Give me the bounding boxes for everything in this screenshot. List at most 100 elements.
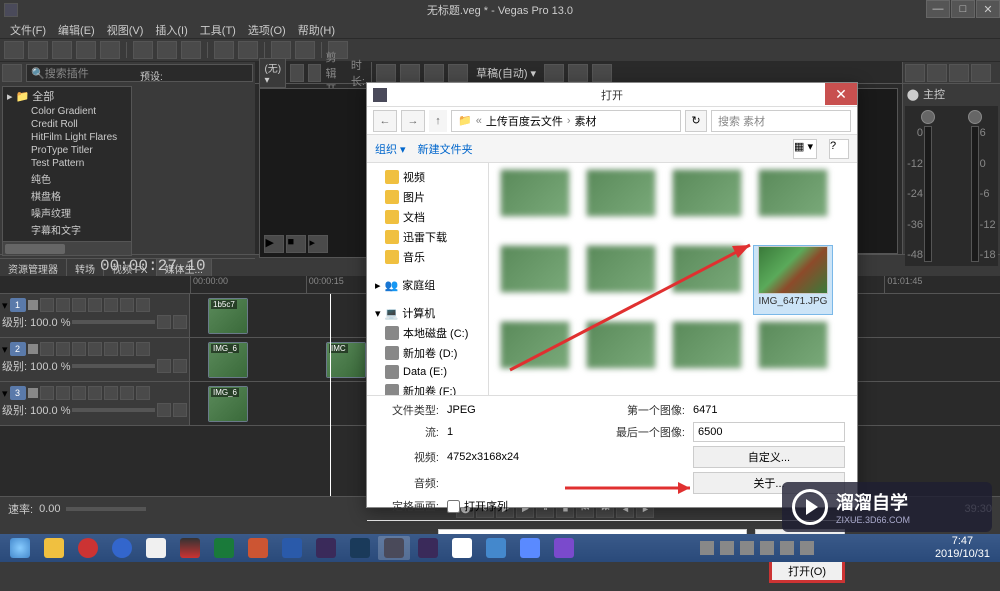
tray-icon[interactable]: [800, 541, 814, 555]
menu-file[interactable]: 文件(F): [4, 20, 52, 38]
menu-view[interactable]: 视图(V): [101, 20, 150, 38]
fader-knob[interactable]: [921, 110, 935, 124]
menu-help[interactable]: 帮助(H): [292, 20, 341, 38]
toolbar-cut[interactable]: [133, 41, 153, 59]
playhead[interactable]: [330, 294, 331, 496]
tree-item[interactable]: 字幕和文字: [3, 221, 131, 238]
menu-options[interactable]: 选项(O): [242, 20, 292, 38]
clip[interactable]: 1b5c7: [208, 298, 248, 334]
track-btn[interactable]: [136, 298, 150, 312]
tray-icon[interactable]: [760, 541, 774, 555]
track-icon[interactable]: [28, 300, 38, 310]
track-btn[interactable]: [136, 342, 150, 356]
nav-up-button[interactable]: ↑: [429, 110, 447, 132]
quality-dropdown[interactable]: 草稿(自动) ▾: [472, 65, 540, 81]
taskbar-netease[interactable]: [72, 536, 104, 560]
help-button[interactable]: ?: [829, 139, 849, 159]
file-thumb[interactable]: [753, 321, 833, 391]
preview-dropdown[interactable]: (无) ▾: [259, 58, 286, 88]
tray-icon[interactable]: [740, 541, 754, 555]
preview-btn2[interactable]: [308, 64, 322, 82]
track-btn[interactable]: [56, 342, 70, 356]
organize-dropdown[interactable]: 组织 ▾: [375, 141, 406, 157]
file-thumb[interactable]: [581, 245, 661, 315]
tree-item[interactable]: 噪声纹理: [3, 204, 131, 221]
monitor-btn3[interactable]: [424, 64, 444, 82]
taskbar-kugou[interactable]: [106, 536, 138, 560]
file-thumb[interactable]: [667, 245, 747, 315]
track-btn[interactable]: [173, 403, 187, 417]
preview-btn1[interactable]: [290, 64, 304, 82]
toolbar-copy[interactable]: [157, 41, 177, 59]
tab-transitions[interactable]: 转场: [67, 259, 104, 276]
track-btn[interactable]: [173, 315, 187, 329]
preview-stop[interactable]: ■: [286, 235, 306, 253]
close-button[interactable]: ✕: [976, 0, 1000, 18]
taskbar-clock[interactable]: 7:47 2019/10/31: [935, 535, 996, 561]
file-thumb[interactable]: [667, 169, 747, 239]
tree-drive-e[interactable]: Data (E:): [367, 363, 488, 381]
menu-insert[interactable]: 插入(I): [149, 20, 193, 38]
clip[interactable]: IMG_6: [208, 342, 248, 378]
fader-knob[interactable]: [968, 110, 982, 124]
dialog-search[interactable]: 搜索 素材: [711, 110, 851, 132]
monitor-btn2[interactable]: [400, 64, 420, 82]
preview-play[interactable]: ▶: [264, 235, 284, 253]
monitor-btn1[interactable]: [376, 64, 396, 82]
file-thumb[interactable]: [581, 169, 661, 239]
track-btn[interactable]: [120, 298, 134, 312]
tree-item[interactable]: Color Gradient: [3, 105, 131, 118]
tree-drive-d[interactable]: 新加卷 (D:): [367, 343, 488, 363]
track-btn[interactable]: [157, 403, 171, 417]
monitor-btn5[interactable]: [544, 64, 564, 82]
nav-forward-button[interactable]: →: [401, 110, 425, 132]
track-btn[interactable]: [88, 298, 102, 312]
custom-button[interactable]: 自定义...: [693, 446, 845, 468]
toolbar-ripple[interactable]: [295, 41, 315, 59]
maximize-button[interactable]: □: [951, 0, 975, 18]
tree-root[interactable]: ▸📁全部: [3, 87, 131, 105]
track-btn[interactable]: [104, 298, 118, 312]
tree-item[interactable]: HitFilm Light Flares: [3, 131, 131, 144]
track-btn[interactable]: [120, 342, 134, 356]
file-thumb[interactable]: [667, 321, 747, 391]
address-bar[interactable]: 📁 « 上传百度云文件 › 素材: [451, 110, 681, 132]
track-slider[interactable]: [72, 408, 155, 412]
taskbar-ae[interactable]: [310, 536, 342, 560]
track-btn[interactable]: [72, 298, 86, 312]
track-expand[interactable]: ▾: [2, 387, 8, 400]
track-btn[interactable]: [40, 342, 54, 356]
track-btn[interactable]: [120, 386, 134, 400]
toolbar-save[interactable]: [52, 41, 72, 59]
file-thumb[interactable]: [495, 169, 575, 239]
taskbar-pr[interactable]: [412, 536, 444, 560]
nav-back-button[interactable]: ←: [373, 110, 397, 132]
monitor-btn4[interactable]: [448, 64, 468, 82]
track-slider[interactable]: [72, 320, 155, 324]
tree-drive-f[interactable]: 新加卷 (F:): [367, 381, 488, 395]
track-btn[interactable]: [88, 342, 102, 356]
toolbar-redo[interactable]: [238, 41, 258, 59]
track-icon[interactable]: [28, 388, 38, 398]
taskbar-excel[interactable]: [208, 536, 240, 560]
tree-scrollbar[interactable]: [3, 241, 131, 255]
toolbar-snap[interactable]: [271, 41, 291, 59]
taskbar-app16[interactable]: [514, 536, 546, 560]
tree-videos[interactable]: 视频: [367, 167, 488, 187]
taskbar-powerpoint[interactable]: [242, 536, 274, 560]
taskbar-vegas[interactable]: [378, 536, 410, 560]
monitor-btn7[interactable]: [592, 64, 612, 82]
toolbar-undo[interactable]: [214, 41, 234, 59]
file-thumb[interactable]: [581, 321, 661, 391]
toolbar-open[interactable]: [28, 41, 48, 59]
track-expand[interactable]: ▾: [2, 299, 8, 312]
last-input[interactable]: [693, 422, 845, 442]
clip[interactable]: IMC: [326, 342, 366, 378]
mixer-btn1[interactable]: [905, 64, 925, 82]
track-btn[interactable]: [40, 298, 54, 312]
taskbar-explorer[interactable]: [38, 536, 70, 560]
rate-slider[interactable]: [66, 507, 146, 511]
mixer-btn2[interactable]: [927, 64, 947, 82]
taskbar-word[interactable]: [276, 536, 308, 560]
tree-item[interactable]: Credit Roll: [3, 118, 131, 131]
